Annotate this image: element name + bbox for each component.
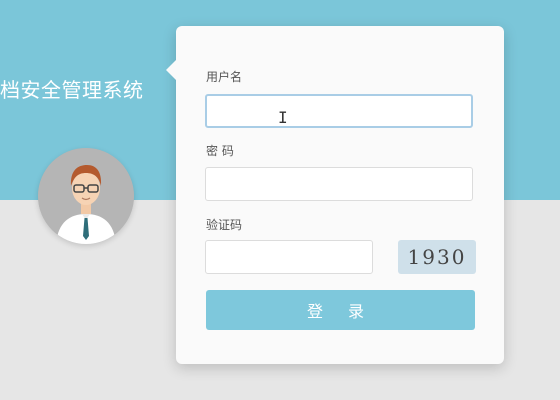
text-cursor-icon: Ι xyxy=(278,108,288,127)
captcha-image[interactable]: 1930 xyxy=(398,240,476,274)
card-pointer xyxy=(166,60,176,80)
system-title: 档安全管理系统 xyxy=(0,78,144,102)
user-avatar-icon xyxy=(38,148,134,244)
username-label: 用户名 xyxy=(206,70,243,84)
password-input[interactable] xyxy=(205,167,473,201)
captcha-label: 验证码 xyxy=(206,218,243,232)
login-button[interactable]: 登 录 xyxy=(206,290,475,330)
login-card: 用户名 密 码 验证码 1930 登 录 xyxy=(166,26,504,364)
captcha-input[interactable] xyxy=(205,240,373,274)
avatar-illustration xyxy=(38,148,134,244)
password-label: 密 码 xyxy=(206,144,234,158)
username-input[interactable] xyxy=(205,94,473,128)
